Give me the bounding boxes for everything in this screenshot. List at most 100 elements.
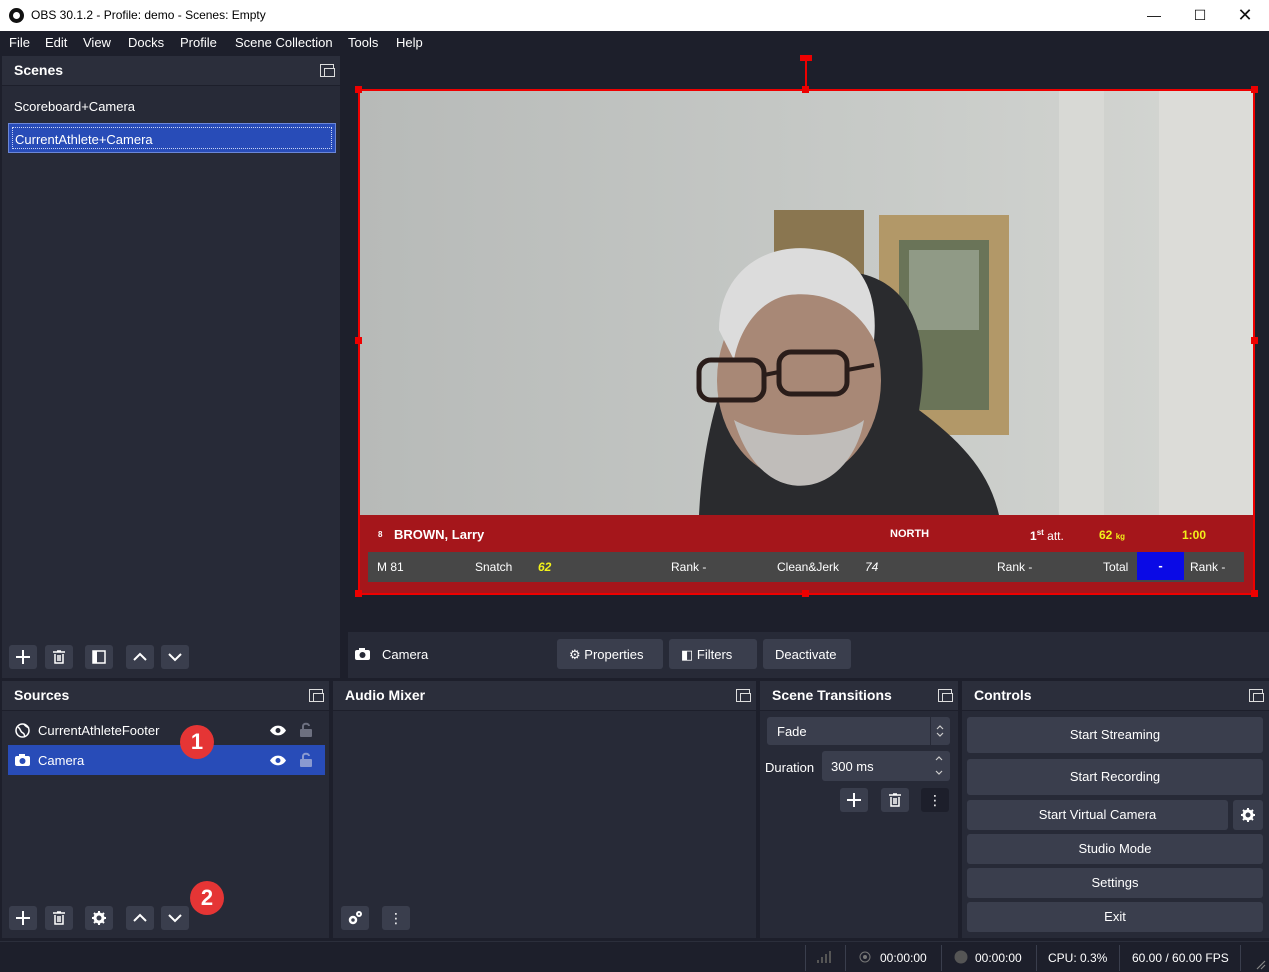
studio-mode-button[interactable]: Studio Mode xyxy=(967,834,1263,864)
chevron-down-icon xyxy=(168,914,182,923)
resize-handle[interactable] xyxy=(355,337,362,344)
menu-docks[interactable]: Docks xyxy=(128,35,164,50)
audio-menu-button[interactable]: ⋮ xyxy=(382,906,410,930)
menu-file[interactable]: File xyxy=(9,35,30,50)
move-scene-down-button[interactable] xyxy=(161,645,189,669)
resize-handle[interactable] xyxy=(1251,86,1258,93)
duration-label: Duration xyxy=(765,760,815,775)
menu-tools[interactable]: Tools xyxy=(348,35,378,50)
close-button[interactable]: ✕ xyxy=(1222,0,1268,31)
lock-icon[interactable] xyxy=(300,722,312,737)
scene-item-selected[interactable]: CurrentAthlete+Camera xyxy=(8,123,336,153)
athlete-footer-bottom: M 81 Snatch 62 Rank - Clean&Jerk 74 Rank… xyxy=(359,552,1254,594)
maximize-button[interactable]: ☐ xyxy=(1177,0,1223,31)
status-divider xyxy=(1240,945,1241,971)
source-item-label: Camera xyxy=(38,753,85,768)
transitions-panel: Fade Duration 300 ms ⋮ xyxy=(760,711,958,938)
move-source-down-button[interactable] xyxy=(161,906,189,930)
start-recording-button[interactable]: Start Recording xyxy=(967,759,1263,795)
eye-icon[interactable] xyxy=(270,755,286,766)
scene-filters-button[interactable] xyxy=(85,645,113,669)
start-recording-label: Start Recording xyxy=(1069,769,1161,784)
resize-handle[interactable] xyxy=(1251,337,1258,344)
attempt-suffix-sup: st xyxy=(1036,528,1044,537)
filters-button[interactable]: ◧ Filters xyxy=(669,639,757,669)
start-virtual-camera-button[interactable]: Start Virtual Camera xyxy=(967,800,1228,830)
exit-button[interactable]: Exit xyxy=(967,902,1263,932)
spin-arrows-icon[interactable] xyxy=(935,755,943,777)
resize-handle[interactable] xyxy=(802,86,809,93)
advanced-audio-button[interactable] xyxy=(341,906,369,930)
undock-icon[interactable] xyxy=(1249,689,1264,702)
properties-button[interactable]: ⚙ Properties xyxy=(557,639,663,669)
resize-handle[interactable] xyxy=(1251,590,1258,597)
scene-item-label: CurrentAthlete+Camera xyxy=(15,132,153,147)
athlete-footer-top: 8 BROWN, Larry NORTH 1st att. 62 kg 1:00 xyxy=(359,515,1254,552)
move-scene-up-button[interactable] xyxy=(126,645,154,669)
remove-scene-button[interactable] xyxy=(45,645,73,669)
start-number: 8 xyxy=(378,530,383,539)
move-source-up-button[interactable] xyxy=(126,906,154,930)
preview-canvas[interactable]: 8 BROWN, Larry NORTH 1st att. 62 kg 1:00… xyxy=(359,90,1254,594)
add-scene-button[interactable] xyxy=(9,645,37,669)
transition-type-value: Fade xyxy=(777,724,807,739)
attempt-suffix: att. xyxy=(1047,529,1064,543)
virtual-camera-settings-button[interactable] xyxy=(1233,800,1263,830)
filter-icon xyxy=(92,650,106,664)
status-divider xyxy=(1036,945,1037,971)
menu-help[interactable]: Help xyxy=(396,35,423,50)
streaming-icon xyxy=(859,951,871,963)
source-item[interactable]: CurrentAthleteFooter xyxy=(8,715,325,745)
camera-icon xyxy=(15,754,30,766)
scene-item[interactable]: Scoreboard+Camera xyxy=(8,91,336,121)
camera-feed-image xyxy=(359,90,1254,515)
deactivate-label: Deactivate xyxy=(775,647,837,662)
attempt-clock: 1:00 xyxy=(1182,528,1207,542)
resize-grip-icon[interactable] xyxy=(1256,960,1266,970)
deactivate-button[interactable]: Deactivate xyxy=(763,639,851,669)
undock-icon[interactable] xyxy=(309,689,324,702)
undock-icon[interactable] xyxy=(736,689,751,702)
record-time: 00:00:00 xyxy=(975,951,1022,965)
duration-spinbox[interactable]: 300 ms xyxy=(822,751,950,781)
add-source-button[interactable] xyxy=(9,906,37,930)
scenes-panel: Scoreboard+Camera CurrentAthlete+Camera xyxy=(2,86,340,678)
settings-button[interactable]: Settings xyxy=(967,868,1263,898)
team-name: NORTH xyxy=(890,528,930,540)
transition-select[interactable]: Fade xyxy=(767,717,950,745)
window-title: OBS 30.1.2 - Profile: demo - Scenes: Emp… xyxy=(31,8,266,22)
source-item-selected[interactable]: Camera xyxy=(8,745,325,775)
snatch-value: 62 xyxy=(538,560,552,574)
plus-icon xyxy=(16,650,30,664)
eye-icon[interactable] xyxy=(270,725,286,736)
scenes-dock-title: Scenes xyxy=(2,56,340,85)
exit-label: Exit xyxy=(1104,909,1126,924)
start-streaming-button[interactable]: Start Streaming xyxy=(967,717,1263,753)
lock-icon[interactable] xyxy=(300,752,312,767)
resize-handle[interactable] xyxy=(802,590,809,597)
status-divider xyxy=(845,945,846,971)
undock-icon[interactable] xyxy=(320,64,335,77)
minimize-button[interactable]: — xyxy=(1131,0,1177,31)
athlete-results-row: M 81 Snatch 62 Rank - Clean&Jerk 74 Rank… xyxy=(368,552,1244,582)
undock-icon[interactable] xyxy=(938,689,953,702)
menu-profile[interactable]: Profile xyxy=(180,35,217,50)
resize-handle[interactable] xyxy=(355,590,362,597)
menu-edit[interactable]: Edit xyxy=(45,35,67,50)
remove-source-button[interactable] xyxy=(45,906,73,930)
menu-scene-collection[interactable]: Scene Collection xyxy=(235,35,333,50)
controls-dock-title: Controls xyxy=(962,681,1269,710)
trash-icon xyxy=(889,793,901,807)
transition-menu-button[interactable]: ⋮ xyxy=(921,788,949,812)
status-divider xyxy=(805,945,806,971)
add-transition-button[interactable] xyxy=(840,788,868,812)
fps-display: 60.00 / 60.00 FPS xyxy=(1132,951,1229,965)
requested-weight: 62 kg xyxy=(1099,528,1125,542)
menu-view[interactable]: View xyxy=(83,35,111,50)
signal-bars-icon xyxy=(817,951,831,963)
remove-transition-button[interactable] xyxy=(881,788,909,812)
total-value-box: - xyxy=(1137,552,1184,580)
resize-handle[interactable] xyxy=(355,86,362,93)
source-properties-button[interactable] xyxy=(85,906,113,930)
camera-icon xyxy=(355,648,370,660)
